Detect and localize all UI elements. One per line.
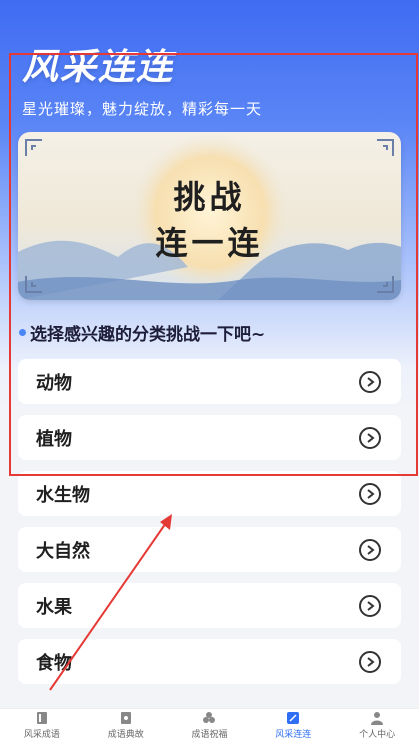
category-label: 水生物: [36, 484, 90, 506]
banner-title-line2: 连一连: [155, 224, 264, 262]
chevron-right-icon[interactable]: [359, 370, 381, 393]
chevron-right-icon[interactable]: [359, 594, 381, 617]
tab-idioms[interactable]: 风采成语: [0, 709, 84, 742]
tab-label: 风采成语: [23, 730, 60, 740]
book-icon: [36, 711, 48, 725]
bottom-tab-bar: 风采成语 成语典故 成语祝福 风采连连 个人中心: [0, 708, 419, 742]
user-icon: [371, 711, 384, 725]
tab-label: 成语祝福: [191, 730, 228, 740]
category-label: 动物: [36, 372, 72, 394]
chevron-right-icon[interactable]: [359, 426, 381, 449]
blessing-icon: [202, 711, 216, 725]
tab-connect[interactable]: 风采连连: [251, 709, 335, 742]
app-title: 风采连连: [22, 47, 175, 88]
category-item-fruit[interactable]: 水果: [18, 583, 401, 628]
tab-label: 风采连连: [275, 730, 312, 740]
bullet-dot-icon: [19, 329, 26, 336]
header: 风采连连 星光璀璨，魅力绽放，精彩每一天: [22, 38, 262, 119]
prompt-text: 选择感兴趣的分类挑战一下吧~: [30, 325, 266, 345]
challenge-banner[interactable]: 挑战 连一连: [18, 132, 401, 300]
category-item-food[interactable]: 食物: [18, 639, 401, 684]
link-icon: [287, 711, 300, 725]
category-label: 大自然: [36, 540, 90, 562]
tab-blessings[interactable]: 成语祝福: [168, 709, 252, 742]
tab-profile[interactable]: 个人中心: [335, 709, 419, 742]
category-prompt: 选择感兴趣的分类挑战一下吧~: [19, 320, 265, 345]
category-label: 植物: [36, 428, 72, 450]
tab-label: 个人中心: [359, 730, 396, 740]
category-item-plants[interactable]: 植物: [18, 415, 401, 460]
scroll-icon: [120, 711, 132, 725]
category-label: 水果: [36, 596, 72, 618]
category-item-animals[interactable]: 动物: [18, 359, 401, 404]
chevron-right-icon[interactable]: [359, 650, 381, 673]
chevron-right-icon[interactable]: [359, 482, 381, 505]
category-label: 食物: [36, 652, 72, 674]
banner-title-line1: 挑战: [173, 178, 246, 216]
tab-stories[interactable]: 成语典故: [84, 709, 168, 742]
app-subtitle: 星光璀璨，魅力绽放，精彩每一天: [22, 100, 263, 118]
category-item-nature[interactable]: 大自然: [18, 527, 401, 572]
tab-label: 成语典故: [107, 730, 144, 740]
category-list: 动物 植物 水生物 大自然 水果 食物: [18, 359, 401, 695]
chevron-right-icon[interactable]: [359, 538, 381, 561]
category-item-aquatic[interactable]: 水生物: [18, 471, 401, 516]
